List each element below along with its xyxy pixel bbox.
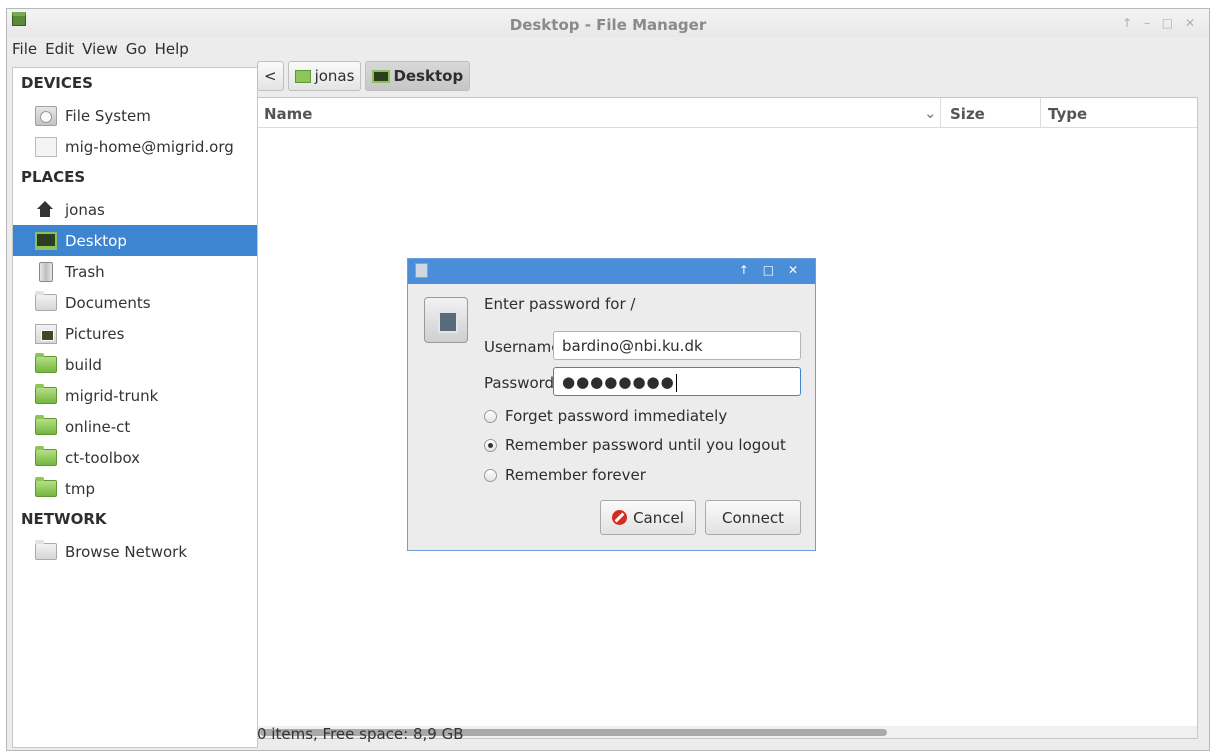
dialog-app-icon <box>415 263 428 278</box>
section-network: NETWORK <box>21 510 107 528</box>
radio-icon <box>484 468 497 482</box>
sidebar-item-build[interactable]: build <box>13 349 257 380</box>
cancel-icon <box>612 510 628 525</box>
breadcrumb-label: Desktop <box>393 67 464 85</box>
radio-label: Forget password immediately <box>505 407 728 425</box>
dialog-window-controls[interactable]: ↑ □ ✕ <box>739 263 803 277</box>
cancel-label: Cancel <box>633 508 684 527</box>
radio-remember-forever[interactable]: Remember forever <box>484 466 646 484</box>
breadcrumb-jonas[interactable]: jonas <box>287 61 362 91</box>
password-dialog: ↑ □ ✕ Enter password for / Username: bar… <box>407 258 816 551</box>
trash-icon <box>39 261 53 282</box>
window-controls[interactable]: ↑ – □ ✕ <box>1122 16 1199 30</box>
sidebar-item-label: ct-toolbox <box>65 448 141 467</box>
column-header-name[interactable]: Name <box>264 105 312 123</box>
radio-forget-immediately[interactable]: Forget password immediately <box>484 407 727 425</box>
title-bar[interactable]: Desktop - File Manager ↑ – □ ✕ <box>7 9 1209 37</box>
password-field[interactable]: ●●●●●●●● <box>553 367 801 396</box>
column-header-size[interactable]: Size <box>940 98 985 128</box>
breadcrumb-desktop[interactable]: Desktop <box>365 61 471 91</box>
sidebar-item-label: mig-home@migrid.org <box>65 137 234 156</box>
sidebar-item-documents[interactable]: Documents <box>13 287 257 318</box>
folder-icon <box>35 415 57 435</box>
window-title: Desktop - File Manager <box>509 16 707 34</box>
sidebar-item-trash[interactable]: Trash <box>13 256 257 287</box>
menu-bar: File Edit View Go Help <box>7 38 1209 62</box>
home-icon <box>35 200 57 220</box>
folder-icon <box>35 477 57 497</box>
section-devices: DEVICES <box>21 74 93 92</box>
radio-icon <box>484 409 497 423</box>
sidebar-item-file-system[interactable]: File System <box>13 100 257 131</box>
password-label: Password: <box>484 374 560 392</box>
username-field[interactable]: bardino@nbi.ku.dk <box>553 331 801 360</box>
sidebar-item-label: jonas <box>65 200 105 219</box>
folder-icon <box>35 446 57 466</box>
menu-edit[interactable]: Edit <box>45 38 74 58</box>
sidebar-item-pictures[interactable]: Pictures <box>13 318 257 349</box>
sort-chevron-icon[interactable]: ⌄ <box>924 104 937 122</box>
sidebar-item-label: migrid-trunk <box>65 386 159 405</box>
sidebar-item-label: Browse Network <box>65 542 188 561</box>
sidebar-item-label: Pictures <box>65 324 125 343</box>
radio-label: Remember password until you logout <box>505 436 786 454</box>
sidebar-item-label: Desktop <box>65 231 127 250</box>
breadcrumb-label: jonas <box>314 67 355 85</box>
back-button[interactable]: < <box>257 61 284 91</box>
desktop-icon <box>35 231 57 250</box>
cancel-button[interactable]: Cancel <box>600 500 696 535</box>
sidebar-item-label: online-ct <box>65 417 131 436</box>
status-bar: 0 items, Free space: 8,9 GB <box>257 725 464 743</box>
sidebar-item-mig-home[interactable]: mig-home@migrid.org <box>13 131 257 162</box>
sidebar-item-label: Trash <box>65 262 105 281</box>
folder-icon <box>35 353 57 373</box>
network-icon <box>35 540 57 560</box>
menu-file[interactable]: File <box>12 38 37 58</box>
radio-checked-icon <box>484 438 497 452</box>
list-header: Name ⌄ Size Type <box>258 98 1197 128</box>
column-header-type[interactable]: Type <box>1040 98 1087 128</box>
menu-help[interactable]: Help <box>155 38 189 58</box>
sidebar-item-desktop[interactable]: Desktop <box>13 225 257 256</box>
sidebar-item-online-ct[interactable]: online-ct <box>13 411 257 442</box>
dialog-heading: Enter password for / <box>484 295 636 313</box>
sidebar-item-migrid-trunk[interactable]: migrid-trunk <box>13 380 257 411</box>
sidebar-item-label: build <box>65 355 102 374</box>
connect-button[interactable]: Connect <box>705 500 801 535</box>
path-bar: < jonas Desktop <box>257 61 471 91</box>
desktop-icon <box>372 69 391 83</box>
text-caret <box>675 373 677 392</box>
radio-remember-until-logout[interactable]: Remember password until you logout <box>484 436 786 454</box>
sidebar-item-label: Documents <box>65 293 151 312</box>
section-places: PLACES <box>21 168 86 186</box>
sidebar: DEVICES File System mig-home@migrid.org … <box>12 67 258 748</box>
menu-view[interactable]: View <box>82 38 118 58</box>
documents-folder-icon <box>35 291 57 311</box>
sidebar-item-ct-toolbox[interactable]: ct-toolbox <box>13 442 257 473</box>
harddrive-icon <box>35 105 57 126</box>
password-safe-icon <box>424 297 468 343</box>
sidebar-item-label: File System <box>65 106 151 125</box>
sidebar-item-browse-network[interactable]: Browse Network <box>13 536 257 567</box>
sidebar-item-label: tmp <box>65 479 96 498</box>
sidebar-item-jonas[interactable]: jonas <box>13 194 257 225</box>
dialog-title-bar[interactable]: ↑ □ ✕ <box>408 259 815 284</box>
sidebar-item-tmp[interactable]: tmp <box>13 473 257 504</box>
menu-go[interactable]: Go <box>126 38 147 58</box>
home-folder-icon <box>294 69 311 83</box>
pictures-folder-icon <box>35 323 57 344</box>
password-mask: ●●●●●●●● <box>562 373 675 391</box>
radio-label: Remember forever <box>505 466 646 484</box>
folder-icon <box>35 384 57 404</box>
network-drive-icon <box>35 136 57 157</box>
